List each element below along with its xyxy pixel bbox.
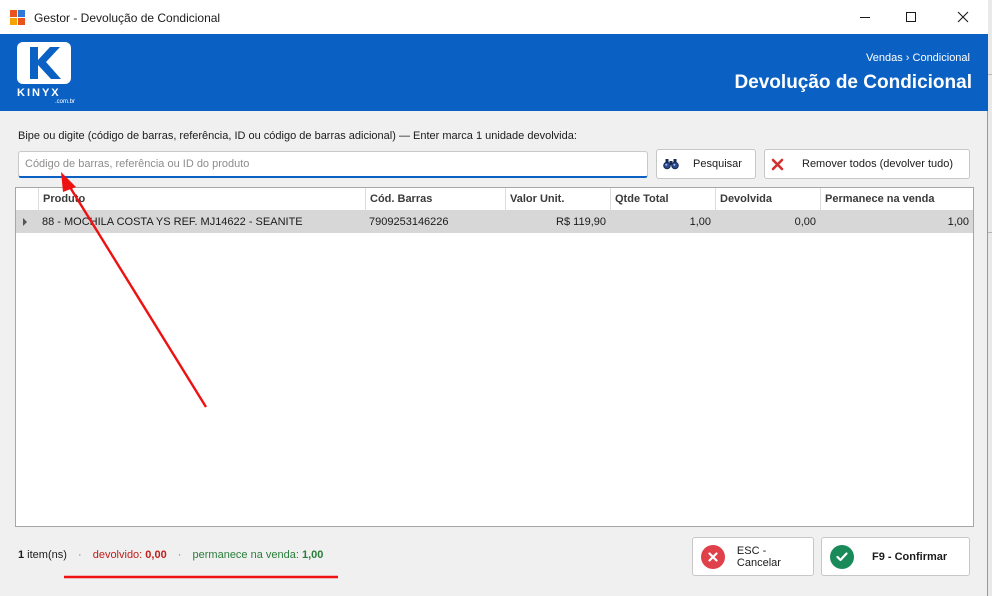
minimize-icon: [860, 16, 870, 18]
table-row[interactable]: 88 - MOCHILA COSTA YS REF. MJ14622 - SEA…: [16, 211, 973, 233]
summary-separator: ·: [77, 549, 82, 561]
row-selector-arrow-icon: [23, 218, 27, 226]
grid-header: Produto Cód. Barras Valor Unit. Qtde Tot…: [16, 188, 973, 211]
devolvido-value: 0,00: [145, 549, 167, 561]
background-divider: [988, 232, 992, 233]
confirm-button-label: F9 - Confirmar: [872, 550, 948, 563]
column-header-devolvida[interactable]: Devolvida: [715, 188, 820, 211]
scan-instruction: Bipe ou digite (código de barras, referê…: [18, 130, 577, 142]
column-header-valor-unit[interactable]: Valor Unit.: [505, 188, 610, 211]
app-grid-icon: [10, 10, 26, 26]
barcode-search-input[interactable]: [18, 151, 648, 178]
minimize-button[interactable]: [842, 0, 888, 34]
close-button[interactable]: [940, 0, 986, 34]
column-header-cod-barras[interactable]: Cód. Barras: [365, 188, 505, 211]
logo-k-mark: [17, 42, 71, 84]
binoculars-icon: [663, 159, 679, 170]
logo-domain: .com.br: [55, 99, 76, 105]
search-button-label: Pesquisar: [693, 158, 742, 170]
cell-valor-unit: R$ 119,90: [556, 216, 606, 228]
logo-wordmark: KINYX: [17, 87, 61, 99]
dialog-window: Gestor - Devolução de Condicional KINYX …: [0, 0, 988, 596]
search-button[interactable]: Pesquisar: [656, 149, 756, 179]
remove-all-button[interactable]: Remover todos (devolver tudo): [764, 149, 970, 179]
background-window-edge: [988, 0, 992, 596]
background-divider: [988, 74, 992, 75]
devolvido-label: devolvido:: [92, 549, 146, 561]
cancel-x-icon: [701, 544, 725, 569]
maximize-icon: [906, 12, 916, 22]
remove-all-label: Remover todos (devolver tudo): [802, 158, 954, 170]
cell-permanece: 1,00: [947, 216, 969, 228]
cell-produto: 88 - MOCHILA COSTA YS REF. MJ14622 - SEA…: [42, 216, 303, 228]
confirm-check-icon: [830, 544, 854, 569]
remove-x-icon: [771, 158, 784, 170]
column-header-permanece[interactable]: Permanece na venda: [820, 188, 973, 211]
row-header-column: [16, 188, 38, 211]
cell-devolvida[interactable]: 0,00: [715, 211, 820, 233]
close-icon: [957, 11, 969, 23]
cell-qtde-total: 1,00: [689, 216, 711, 228]
permanece-label: permanece na venda:: [192, 549, 302, 561]
kinyx-logo: KINYX .com.br: [17, 42, 76, 105]
confirm-button[interactable]: F9 - Confirmar: [821, 537, 970, 576]
cancel-button-label: ESC - Cancelar: [736, 544, 781, 569]
cell-cod-barras: 7909253146226: [369, 216, 449, 228]
products-grid[interactable]: Produto Cód. Barras Valor Unit. Qtde Tot…: [15, 187, 974, 527]
summary-separator: ·: [177, 549, 182, 561]
page-header: KINYX .com.br Vendas › Condicional Devol…: [0, 34, 988, 111]
item-count-suffix: item(ns): [24, 549, 67, 561]
maximize-button[interactable]: [888, 0, 934, 34]
return-summary: 1 item(ns) · devolvido: 0,00 · permanece…: [18, 549, 323, 561]
cancel-button[interactable]: ESC - Cancelar: [692, 537, 814, 576]
permanece-value: 1,00: [301, 549, 324, 561]
column-header-qtde-total[interactable]: Qtde Total: [610, 188, 715, 211]
breadcrumb: Vendas › Condicional: [866, 52, 970, 64]
title-bar: Gestor - Devolução de Condicional: [0, 0, 988, 34]
column-header-produto[interactable]: Produto: [38, 188, 365, 211]
window-title: Gestor - Devolução de Condicional: [34, 11, 221, 25]
page-title: Devolução de Condicional: [734, 72, 972, 93]
